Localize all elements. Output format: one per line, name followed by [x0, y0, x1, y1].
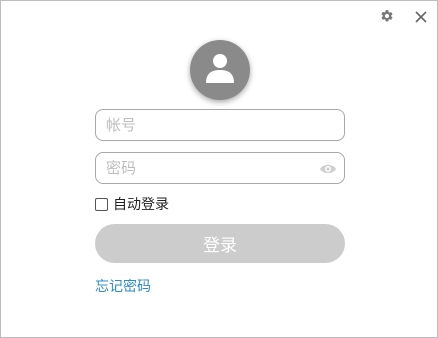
avatar [190, 40, 250, 100]
forgot-password-link[interactable]: 忘记密码 [95, 276, 151, 296]
account-field[interactable] [95, 109, 345, 141]
auto-login-checkbox[interactable] [95, 197, 108, 211]
auto-login-option[interactable]: 自动登录 [95, 196, 169, 213]
close-icon [415, 8, 427, 27]
user-icon [203, 51, 237, 89]
auto-login-label: 自动登录 [113, 197, 169, 213]
show-password-button[interactable] [318, 159, 338, 179]
login-window: 自动登录 登录 忘记密码 [0, 0, 438, 338]
eye-icon [319, 160, 337, 179]
login-button[interactable]: 登录 [95, 224, 345, 263]
settings-button[interactable] [377, 7, 397, 27]
close-button[interactable] [411, 7, 431, 27]
account-input[interactable] [106, 116, 344, 134]
gear-icon [380, 8, 394, 27]
password-input[interactable] [106, 159, 310, 177]
password-field[interactable] [95, 152, 345, 184]
